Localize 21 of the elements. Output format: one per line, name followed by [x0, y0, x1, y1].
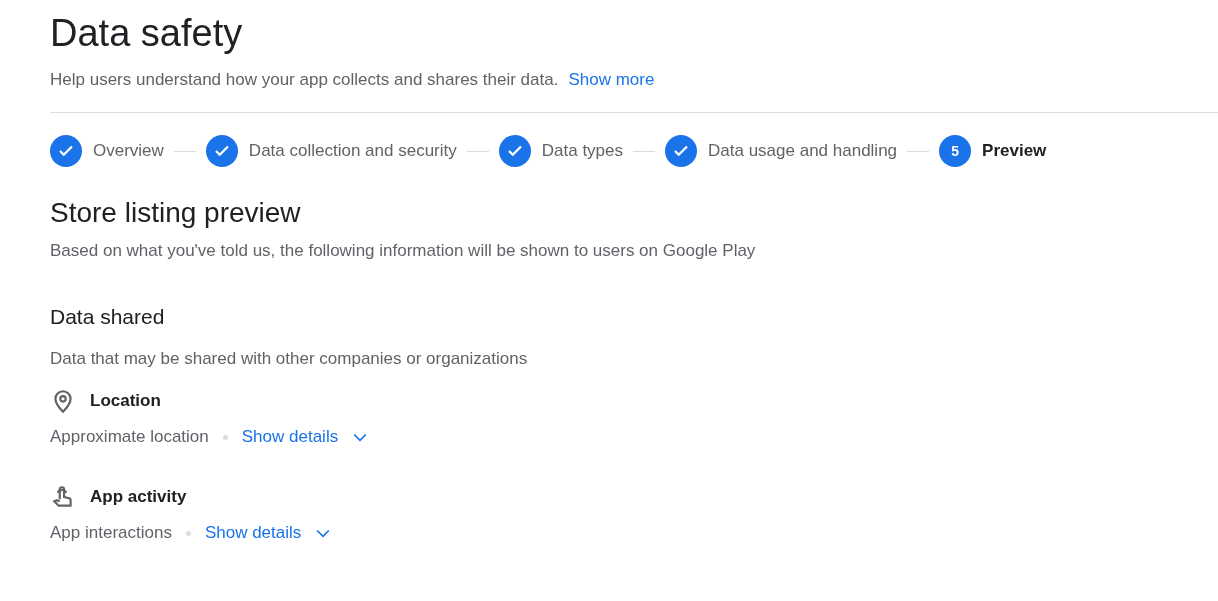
data-type-text: App interactions — [50, 523, 172, 543]
section-title: Store listing preview — [50, 197, 302, 229]
subsection-title: Data shared — [50, 305, 166, 329]
separator-dot — [222, 434, 228, 440]
step-label: Data types — [541, 141, 623, 161]
step-label: Preview — [982, 141, 1047, 161]
subsection-description: Data that may be shared with other companies or organizations — [50, 349, 529, 369]
page-description: Help users understand how your app collects and shares their data. — [50, 70, 559, 90]
separator-dot — [185, 530, 191, 536]
show-details-button[interactable]: Show details — [204, 523, 334, 543]
step-label: Data usage and handling — [708, 141, 898, 161]
show-more-link[interactable]: Show more — [568, 70, 655, 90]
step-label: Overview — [93, 141, 164, 161]
step-label: Data collection and security — [248, 141, 457, 161]
step-number: 5 — [939, 135, 972, 167]
category-name: App activity — [90, 487, 187, 507]
show-details-button[interactable]: Show details — [241, 427, 371, 447]
section-description: Based on what you've told us, the following information will be shown to users on Google Play — [50, 241, 757, 261]
data-type-text: Approximate location — [50, 427, 209, 447]
page-title: Data safety — [50, 11, 244, 56]
category-name: Location — [90, 391, 161, 411]
